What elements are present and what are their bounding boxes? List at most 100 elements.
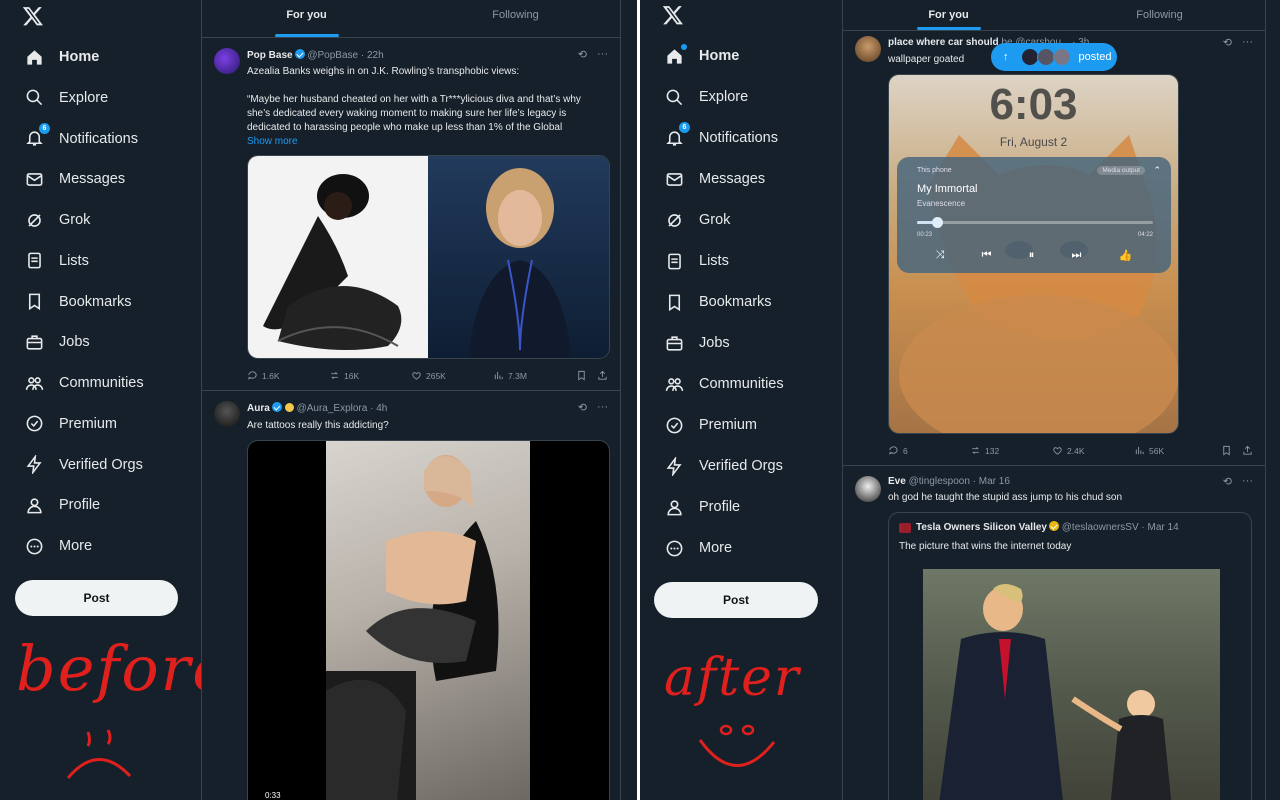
repost-button[interactable]: 16K bbox=[329, 370, 411, 381]
pause-icon[interactable]: ⏸ bbox=[1029, 249, 1035, 262]
more-options-icon[interactable]: ··· bbox=[597, 48, 608, 61]
more-options-icon[interactable]: ··· bbox=[597, 401, 608, 414]
quoted-tweet[interactable]: Tesla Owners Silicon Valley @teslaowners… bbox=[888, 512, 1252, 800]
media-output-button[interactable]: Media output bbox=[1097, 166, 1145, 175]
chevron-up-icon[interactable]: ⌃ bbox=[1153, 165, 1161, 176]
avatar[interactable] bbox=[855, 36, 881, 62]
sidebar-item-verified-orgs[interactable]: Verified Orgs bbox=[654, 446, 793, 486]
quote-image[interactable]: gettyimages bbox=[923, 569, 1220, 800]
author-name[interactable]: Pop Base bbox=[247, 50, 293, 61]
sidebar-item-jobs[interactable]: Jobs bbox=[14, 322, 100, 362]
tweet-tools: ⟲ ··· bbox=[1223, 36, 1253, 49]
sidebar-item-jobs[interactable]: Jobs bbox=[654, 323, 740, 363]
sidebar-item-home[interactable]: Home bbox=[654, 36, 749, 76]
grok-icon[interactable]: ⟲ bbox=[578, 401, 587, 414]
bookmark-icon[interactable] bbox=[576, 370, 587, 381]
reply-button[interactable]: 1.6K bbox=[247, 370, 329, 381]
more-options-icon[interactable]: ··· bbox=[1242, 475, 1253, 488]
quote-author-handle[interactable]: @teslaownersSV bbox=[1062, 522, 1139, 533]
bookmark-icon[interactable] bbox=[1221, 445, 1232, 456]
progress-track[interactable] bbox=[917, 217, 1153, 228]
progress-handle[interactable] bbox=[931, 217, 943, 228]
tweet-aura[interactable]: Aura @Aura_Explora · 4h ⟲ ··· Are tattoos… bbox=[202, 391, 620, 800]
person-icon bbox=[24, 495, 44, 515]
tweet-video[interactable]: 0:33 bbox=[247, 440, 610, 800]
sidebar-item-verified-orgs[interactable]: Verified Orgs bbox=[14, 445, 153, 485]
tweet-eve[interactable]: Eve @tinglespoon · Mar 16 ⟲ ··· oh god he… bbox=[843, 466, 1265, 800]
shuffle-icon[interactable]: ⤨ bbox=[936, 249, 945, 262]
grok-icon[interactable]: ⟲ bbox=[1223, 475, 1232, 488]
views-icon bbox=[494, 371, 503, 380]
more-circle-icon bbox=[24, 536, 44, 556]
author-handle[interactable]: @PopBase bbox=[307, 50, 358, 61]
author-handle[interactable]: @tinglespoon bbox=[909, 476, 970, 487]
x-logo-icon[interactable] bbox=[22, 5, 44, 27]
share-icon[interactable] bbox=[1242, 445, 1253, 456]
author-name[interactable]: Aura bbox=[247, 403, 270, 414]
share-icon[interactable] bbox=[597, 370, 608, 381]
sidebar-item-lists[interactable]: Lists bbox=[654, 241, 739, 281]
sidebar-item-profile[interactable]: Profile bbox=[654, 487, 750, 527]
quote-time[interactable]: · Mar 14 bbox=[1141, 522, 1178, 533]
sidebar-item-more[interactable]: More bbox=[654, 528, 742, 568]
sidebar-item-grok[interactable]: Grok bbox=[14, 200, 100, 240]
sidebar-item-label: Home bbox=[699, 48, 740, 64]
author-name[interactable]: place where car should bbox=[888, 37, 999, 48]
show-more-link[interactable]: Show more bbox=[247, 135, 606, 149]
sidebar-item-notifications[interactable]: 6 Notifications bbox=[654, 118, 788, 158]
post-button[interactable]: Post bbox=[15, 580, 178, 616]
more-options-icon[interactable]: ··· bbox=[1242, 36, 1253, 49]
previous-icon[interactable]: ⏮ bbox=[982, 249, 992, 262]
sidebar-item-messages[interactable]: Messages bbox=[654, 159, 775, 199]
tweet-time[interactable]: · 4h bbox=[370, 403, 387, 414]
like-button[interactable]: 265K bbox=[411, 370, 493, 381]
views-button[interactable]: 7.3M bbox=[493, 370, 527, 381]
tweet-image[interactable] bbox=[247, 155, 610, 359]
sidebar-item-premium[interactable]: Premium bbox=[14, 404, 127, 444]
sidebar-item-bookmarks[interactable]: Bookmarks bbox=[654, 282, 782, 322]
sidebar-item-bookmarks[interactable]: Bookmarks bbox=[14, 282, 142, 322]
tweet-popbase[interactable]: Pop Base @PopBase · 22h ⟲ ··· Azealia Ban… bbox=[202, 38, 620, 391]
sidebar-item-notifications[interactable]: 6 Notifications bbox=[14, 119, 148, 159]
avatar[interactable] bbox=[214, 48, 240, 74]
sidebar-item-lists[interactable]: Lists bbox=[14, 241, 99, 281]
author-name[interactable]: Eve bbox=[888, 476, 906, 487]
reply-button[interactable]: 6 bbox=[888, 445, 970, 456]
repost-button[interactable]: 132 bbox=[970, 445, 1052, 456]
sidebar-item-explore[interactable]: Explore bbox=[654, 77, 758, 117]
tab-following[interactable]: Following bbox=[411, 0, 620, 37]
like-button[interactable]: 2.4K bbox=[1052, 445, 1134, 456]
tweet-time[interactable]: · Mar 16 bbox=[973, 476, 1010, 487]
grok-icon[interactable]: ⟲ bbox=[1223, 36, 1232, 49]
sidebar-item-premium[interactable]: Premium bbox=[654, 405, 767, 445]
sidebar-item-more[interactable]: More bbox=[14, 526, 102, 566]
sidebar-item-profile[interactable]: Profile bbox=[14, 485, 110, 525]
quote-author-name[interactable]: Tesla Owners Silicon Valley bbox=[916, 522, 1047, 533]
tweet-wallpaper[interactable]: place where car should be @carshou... · … bbox=[843, 31, 1265, 466]
sidebar-item-home[interactable]: Home bbox=[14, 37, 109, 77]
author-handle[interactable]: @Aura_Explora bbox=[297, 403, 368, 414]
x-logo-icon[interactable] bbox=[662, 4, 684, 26]
avatar bbox=[1020, 48, 1039, 66]
sidebar-item-explore[interactable]: Explore bbox=[14, 78, 118, 118]
sidebar-item-communities[interactable]: Communities bbox=[654, 364, 794, 404]
post-button[interactable]: Post bbox=[654, 582, 818, 618]
avatar[interactable] bbox=[855, 476, 881, 502]
reply-count: 6 bbox=[903, 445, 908, 456]
tab-following[interactable]: Following bbox=[1054, 0, 1265, 30]
next-icon[interactable]: ⏭ bbox=[1072, 249, 1082, 262]
tab-for-you[interactable]: For you bbox=[843, 0, 1054, 30]
tab-for-you[interactable]: For you bbox=[202, 0, 411, 37]
sidebar-item-communities[interactable]: Communities bbox=[14, 363, 154, 403]
sidebar-item-label: Messages bbox=[59, 171, 126, 188]
new-posts-pill[interactable]: ↑ posted bbox=[991, 43, 1117, 71]
grok-icon[interactable]: ⟲ bbox=[578, 48, 587, 61]
tweet-image[interactable]: 6:03 Fri, August 2 This phone Media outp… bbox=[888, 74, 1179, 434]
tweet-text: oh god he taught the stupid ass jump to … bbox=[888, 492, 1123, 503]
avatar[interactable] bbox=[214, 401, 240, 427]
sidebar-item-messages[interactable]: Messages bbox=[14, 159, 135, 199]
sidebar-item-grok[interactable]: Grok bbox=[654, 200, 740, 240]
views-button[interactable]: 56K bbox=[1134, 445, 1164, 456]
thumbs-up-icon[interactable]: 👍 bbox=[1119, 249, 1133, 262]
tweet-time[interactable]: · 22h bbox=[361, 50, 384, 61]
